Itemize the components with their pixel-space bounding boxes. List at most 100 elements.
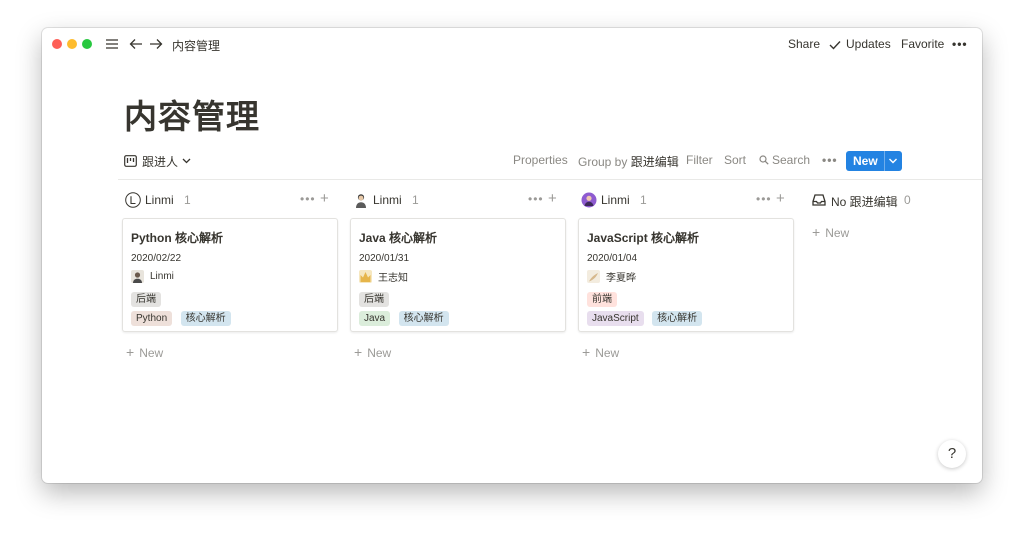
share-button[interactable]: Share xyxy=(788,37,820,51)
group-by-label: Group by xyxy=(578,155,628,169)
card-person-name: 王志知 xyxy=(378,272,408,284)
column-add-button[interactable]: + xyxy=(548,190,557,207)
sidebar-menu-icon[interactable] xyxy=(104,34,120,54)
column-add-button[interactable]: + xyxy=(776,190,785,207)
card-person: 李夏晔 xyxy=(587,269,636,284)
toolbar-more-button[interactable]: ••• xyxy=(822,153,838,167)
app-window: 内容管理 Share Updates Favorite ••• 内容管理 跟进人… xyxy=(42,28,982,483)
card-date: 2020/02/22 xyxy=(131,253,182,264)
column-name: No 跟进编辑 xyxy=(831,195,898,209)
card-tags-category: 后端 xyxy=(131,289,165,307)
add-card-label: New xyxy=(367,346,392,360)
board-card[interactable]: Java 核心解析 2020/01/31 王志知 后端 Java 核心解析 xyxy=(350,218,566,332)
board-view-icon xyxy=(124,155,137,167)
column-header[interactable]: Linmi 1 ••• + xyxy=(350,189,566,209)
tag: 核心解析 xyxy=(398,311,449,326)
board-card[interactable]: JavaScript 核心解析 2020/01/04 李夏晔 前端 JavaSc… xyxy=(578,218,794,332)
search-label: Search xyxy=(772,153,811,167)
search-button[interactable]: Search xyxy=(759,153,810,167)
card-date: 2020/01/04 xyxy=(587,253,638,264)
card-tags-topic: Java 核心解析 xyxy=(359,308,453,326)
person-avatar-icon xyxy=(131,269,144,283)
card-person-name: Linmi xyxy=(150,270,174,282)
column-header[interactable]: Linmi 1 ••• + xyxy=(122,189,338,209)
person-avatar-icon xyxy=(356,194,366,208)
column-header[interactable]: No 跟进编辑 0 xyxy=(808,189,978,209)
tag: 后端 xyxy=(359,292,389,307)
column-more-button[interactable]: ••• xyxy=(300,192,316,206)
add-card-label: New xyxy=(595,346,620,360)
inbox-icon xyxy=(812,194,826,206)
card-date: 2020/01/31 xyxy=(359,253,410,264)
sort-button[interactable]: Sort xyxy=(724,153,746,167)
card-title: JavaScript 核心解析 xyxy=(587,231,700,245)
card-tags-topic: JavaScript 核心解析 xyxy=(587,308,706,326)
card-title: Java 核心解析 xyxy=(359,231,438,245)
properties-button[interactable]: Properties xyxy=(513,153,568,167)
view-switcher[interactable]: 跟进人 xyxy=(124,153,191,169)
window-close-button[interactable] xyxy=(52,39,62,49)
card-title: Python 核心解析 xyxy=(131,231,223,245)
updates-button[interactable]: Updates xyxy=(846,37,891,51)
column-more-button[interactable]: ••• xyxy=(528,192,544,206)
add-card-button[interactable]: + New xyxy=(582,344,619,360)
new-button[interactable]: New xyxy=(846,151,902,171)
add-card-label: New xyxy=(139,346,164,360)
add-card-button[interactable]: + New xyxy=(126,344,163,360)
board-card[interactable]: Python 核心解析 2020/02/22 Linmi 后端 Python 核… xyxy=(122,218,338,332)
column-name: Linmi xyxy=(145,193,174,207)
tag: JavaScript xyxy=(587,311,644,326)
column-add-button[interactable]: + xyxy=(320,190,329,207)
plus-icon: + xyxy=(812,224,821,240)
tag: 核心解析 xyxy=(652,311,703,326)
card-person-name: 李夏晔 xyxy=(606,272,636,284)
tag: Python xyxy=(131,311,173,326)
column-count: 0 xyxy=(904,193,911,207)
card-tags-category: 前端 xyxy=(587,289,621,307)
new-button-label: New xyxy=(853,154,878,168)
top-bar: 内容管理 Share Updates Favorite ••• xyxy=(42,28,982,60)
breadcrumb[interactable]: 内容管理 xyxy=(172,37,220,54)
column-name: Linmi xyxy=(601,193,630,207)
toolbar-divider xyxy=(118,179,982,180)
group-by-button[interactable]: Group by 跟进编辑 xyxy=(578,153,679,170)
view-name: 跟进人 xyxy=(142,154,179,169)
page-title: 内容管理 xyxy=(124,98,260,135)
column-count: 1 xyxy=(184,193,191,207)
card-person: 王志知 xyxy=(359,269,408,284)
group-by-value: 跟进编辑 xyxy=(630,155,679,169)
person-avatar-icon xyxy=(587,269,600,283)
tag: 核心解析 xyxy=(180,311,231,326)
tag: Java xyxy=(359,311,391,326)
person-avatar-icon xyxy=(359,269,372,283)
search-icon xyxy=(759,155,769,165)
column-more-button[interactable]: ••• xyxy=(756,192,772,206)
new-dropdown-chevron-icon[interactable] xyxy=(888,155,898,167)
tag: 前端 xyxy=(587,292,617,307)
column-count: 1 xyxy=(640,193,647,207)
purple-avatar-icon xyxy=(581,192,597,208)
new-button-divider xyxy=(884,151,885,171)
window-zoom-button[interactable] xyxy=(82,39,92,49)
back-arrow-icon[interactable] xyxy=(128,34,144,54)
tag: 后端 xyxy=(131,292,161,307)
column-header[interactable]: Linmi 1 ••• + xyxy=(578,189,794,209)
forward-arrow-icon[interactable] xyxy=(148,34,164,54)
checkmark-icon xyxy=(828,35,842,55)
chevron-down-icon xyxy=(182,158,191,164)
more-options-button[interactable]: ••• xyxy=(952,37,968,51)
filter-button[interactable]: Filter xyxy=(686,153,713,167)
window-minimize-button[interactable] xyxy=(67,39,77,49)
card-tags-category: 后端 xyxy=(359,289,393,307)
add-card-button[interactable]: + New xyxy=(812,224,849,240)
help-button[interactable]: ? xyxy=(938,440,966,468)
add-card-button[interactable]: + New xyxy=(354,344,391,360)
plus-icon: + xyxy=(126,344,135,360)
add-card-label: New xyxy=(825,226,850,240)
favorite-button[interactable]: Favorite xyxy=(901,37,944,51)
plus-icon: + xyxy=(582,344,591,360)
plus-icon: + xyxy=(354,344,363,360)
card-tags-topic: Python 核心解析 xyxy=(131,308,235,326)
column-name: Linmi xyxy=(373,193,402,207)
column-count: 1 xyxy=(412,193,419,207)
